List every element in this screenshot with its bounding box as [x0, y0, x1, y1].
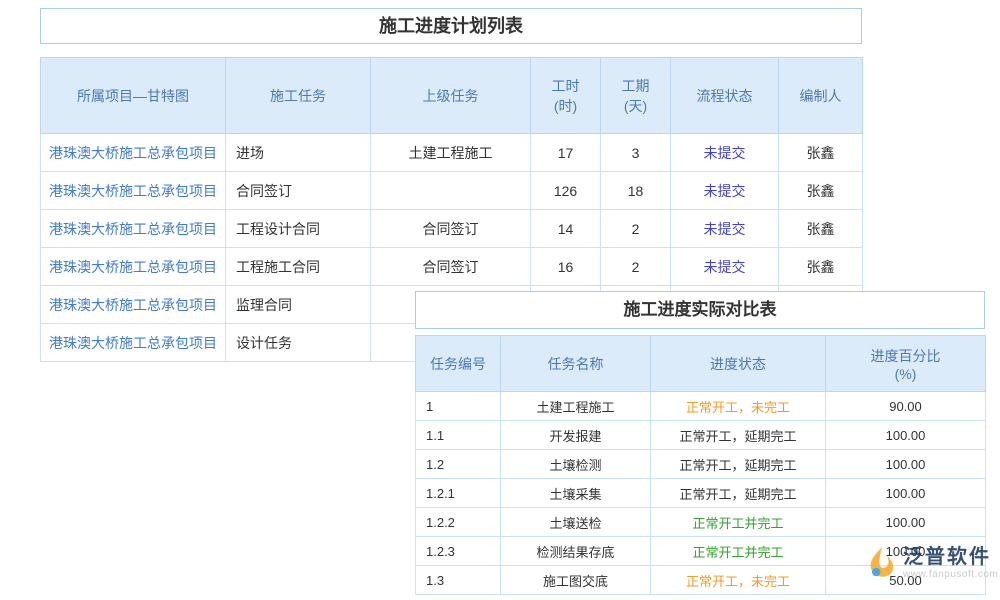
watermark-brand: 泛普软件: [903, 546, 998, 569]
cell-hours: 126: [531, 172, 601, 210]
col-header-days: 工期 (天): [601, 58, 671, 134]
fanpu-watermark: 泛普软件 www.fanpusoft.com: [864, 546, 998, 581]
cell-task-no: 1.2.1: [416, 479, 501, 508]
status-badge: 正常开工，未完工: [651, 566, 826, 595]
cell-task-no: 1.3: [416, 566, 501, 595]
cell-hours: 16: [531, 248, 601, 286]
cell-task-name: 施工图交底: [501, 566, 651, 595]
cell-task-no: 1.2.2: [416, 508, 501, 537]
table-row[interactable]: 1.2 土壤检测 正常开工，延期完工 100.00: [416, 450, 986, 479]
cell-task-no: 1.2.3: [416, 537, 501, 566]
table-row[interactable]: 1.1 开发报建 正常开工，延期完工 100.00: [416, 421, 986, 450]
status-badge: 正常开工，延期完工: [651, 450, 826, 479]
cell-percent: 90.00: [826, 392, 986, 421]
project-link[interactable]: 港珠澳大桥施工总承包项目: [41, 210, 226, 248]
col-header-task-no: 任务编号: [416, 336, 501, 392]
cell-author: 张鑫: [779, 248, 863, 286]
cell-parent-task: 合同签订: [371, 210, 531, 248]
cell-hours: 14: [531, 210, 601, 248]
cell-days: 3: [601, 134, 671, 172]
project-link[interactable]: 港珠澳大桥施工总承包项目: [41, 324, 226, 362]
table-row[interactable]: 1.2.1 土壤采集 正常开工，延期完工 100.00: [416, 479, 986, 508]
plan-table-header-row: 所属项目—甘特图 施工任务 上级任务 工时 (时) 工期 (天) 流程状态 编制…: [41, 58, 863, 134]
cell-task: 设计任务: [226, 324, 371, 362]
cell-percent: 100.00: [826, 508, 986, 537]
status-badge: 正常开工，未完工: [651, 392, 826, 421]
status-badge[interactable]: 未提交: [671, 134, 779, 172]
cell-task-no: 1.2: [416, 450, 501, 479]
table-row[interactable]: 港珠澳大桥施工总承包项目 工程设计合同 合同签订 14 2 未提交 张鑫: [41, 210, 863, 248]
cell-percent: 100.00: [826, 450, 986, 479]
cell-author: 张鑫: [779, 210, 863, 248]
cell-percent: 100.00: [826, 479, 986, 508]
table-row[interactable]: 港珠澳大桥施工总承包项目 合同签订 126 18 未提交 张鑫: [41, 172, 863, 210]
project-link[interactable]: 港珠澳大桥施工总承包项目: [41, 134, 226, 172]
cell-task-name: 土壤送检: [501, 508, 651, 537]
cell-days: 2: [601, 210, 671, 248]
cell-author: 张鑫: [779, 172, 863, 210]
cell-author: 张鑫: [779, 134, 863, 172]
status-badge: 正常开工并完工: [651, 537, 826, 566]
cell-task: 工程设计合同: [226, 210, 371, 248]
table-row[interactable]: 1.2.2 土壤送检 正常开工并完工 100.00: [416, 508, 986, 537]
compare-table-title: 施工进度实际对比表: [415, 291, 985, 329]
cell-days: 18: [601, 172, 671, 210]
table-row[interactable]: 1 土建工程施工 正常开工，未完工 90.00: [416, 392, 986, 421]
fanpu-logo-icon: [864, 546, 898, 580]
cell-task-name: 土壤检测: [501, 450, 651, 479]
cell-task-name: 检测结果存底: [501, 537, 651, 566]
col-header-hours: 工时 (时): [531, 58, 601, 134]
plan-table-title: 施工进度计划列表: [40, 8, 862, 44]
col-header-task: 施工任务: [226, 58, 371, 134]
cell-percent: 100.00: [826, 421, 986, 450]
cell-task: 进场: [226, 134, 371, 172]
watermark-text: 泛普软件 www.fanpusoft.com: [903, 546, 998, 581]
cell-parent-task: [371, 172, 531, 210]
cell-days: 2: [601, 248, 671, 286]
cell-parent-task: 合同签订: [371, 248, 531, 286]
cell-task: 合同签订: [226, 172, 371, 210]
cell-parent-task: 土建工程施工: [371, 134, 531, 172]
status-badge[interactable]: 未提交: [671, 172, 779, 210]
col-header-progress-percent: 进度百分比 (%): [826, 336, 986, 392]
table-row[interactable]: 港珠澳大桥施工总承包项目 工程施工合同 合同签订 16 2 未提交 张鑫: [41, 248, 863, 286]
status-badge: 正常开工，延期完工: [651, 421, 826, 450]
project-link[interactable]: 港珠澳大桥施工总承包项目: [41, 286, 226, 324]
status-badge: 正常开工并完工: [651, 508, 826, 537]
col-header-parent-task: 上级任务: [371, 58, 531, 134]
col-header-task-name: 任务名称: [501, 336, 651, 392]
cell-task: 监理合同: [226, 286, 371, 324]
cell-task-name: 土壤采集: [501, 479, 651, 508]
project-link[interactable]: 港珠澳大桥施工总承包项目: [41, 248, 226, 286]
col-header-status: 流程状态: [671, 58, 779, 134]
cell-task-name: 开发报建: [501, 421, 651, 450]
status-badge[interactable]: 未提交: [671, 248, 779, 286]
cell-hours: 17: [531, 134, 601, 172]
cell-task-name: 土建工程施工: [501, 392, 651, 421]
cell-task-no: 1: [416, 392, 501, 421]
col-header-progress-status: 进度状态: [651, 336, 826, 392]
status-badge: 正常开工，延期完工: [651, 479, 826, 508]
col-header-author: 编制人: [779, 58, 863, 134]
project-link[interactable]: 港珠澳大桥施工总承包项目: [41, 172, 226, 210]
table-row[interactable]: 港珠澳大桥施工总承包项目 进场 土建工程施工 17 3 未提交 张鑫: [41, 134, 863, 172]
compare-table-header-row: 任务编号 任务名称 进度状态 进度百分比 (%): [416, 336, 986, 392]
cell-task-no: 1.1: [416, 421, 501, 450]
cell-task: 工程施工合同: [226, 248, 371, 286]
status-badge[interactable]: 未提交: [671, 210, 779, 248]
watermark-url: www.fanpusoft.com: [903, 569, 998, 581]
col-header-project: 所属项目—甘特图: [41, 58, 226, 134]
